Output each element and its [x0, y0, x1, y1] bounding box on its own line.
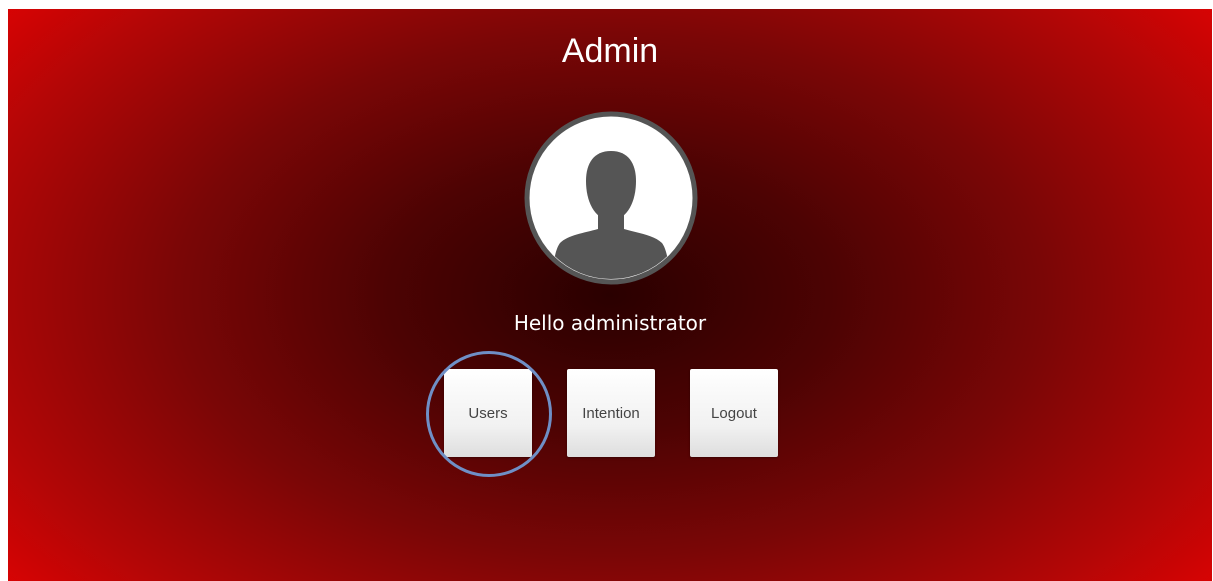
- users-button[interactable]: Users: [444, 369, 532, 457]
- logout-button-label: Logout: [711, 404, 757, 422]
- greeting-text: Hello administrator: [513, 311, 707, 335]
- page-title: Admin: [561, 32, 659, 70]
- logout-button[interactable]: Logout: [690, 369, 778, 457]
- avatar: [524, 111, 698, 285]
- intention-button-label: Intention: [582, 404, 640, 422]
- intention-button[interactable]: Intention: [567, 369, 655, 457]
- user-silhouette-icon: [524, 111, 698, 285]
- users-button-label: Users: [468, 404, 508, 422]
- admin-page: Admin Hello administrator Users Intentio…: [8, 9, 1212, 581]
